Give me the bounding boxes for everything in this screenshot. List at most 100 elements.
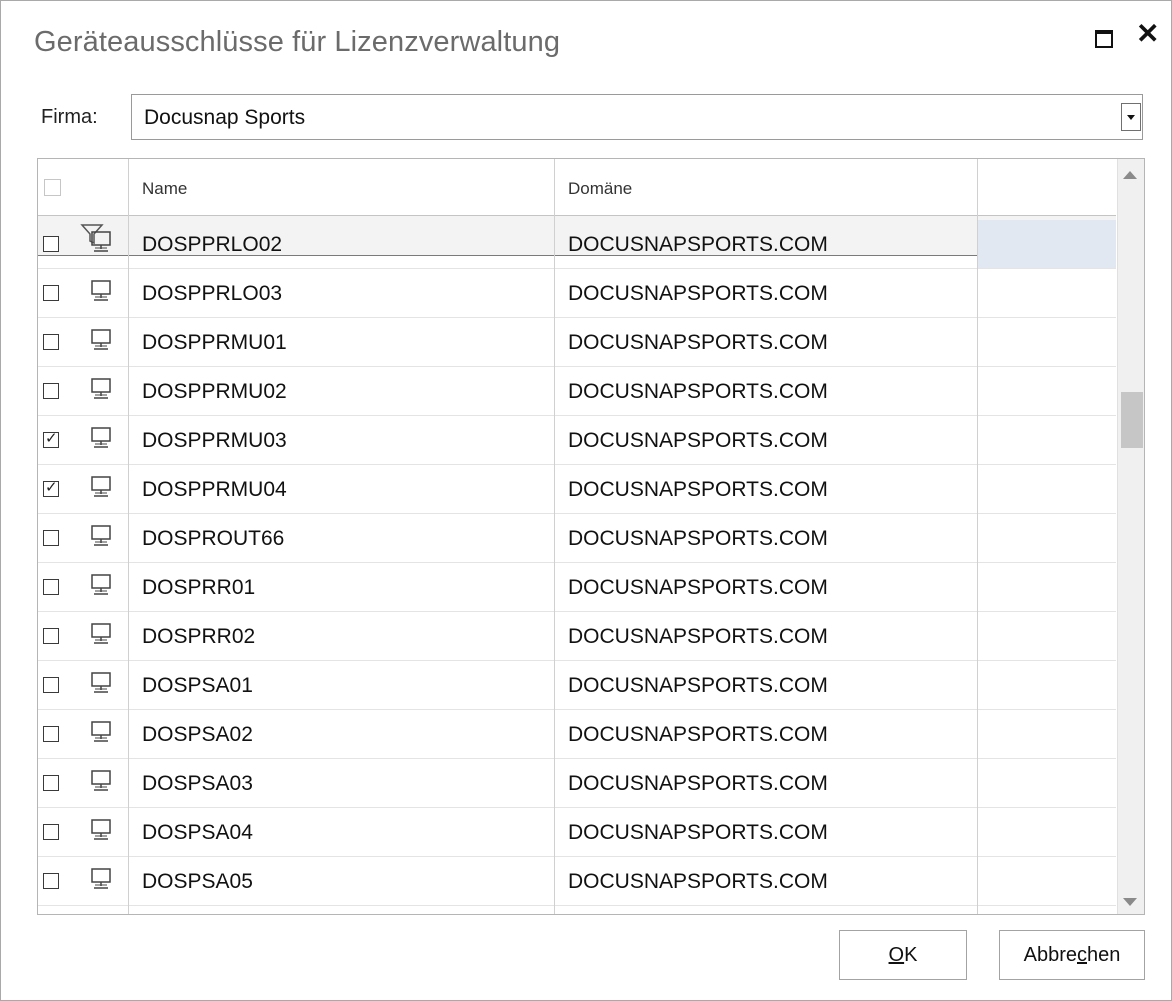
- row-extra-cell: [977, 220, 1116, 268]
- table-row[interactable]: DOSPPRLO03 DOCUSNAPSPORTS.COM: [38, 269, 1116, 318]
- dialog-window: Geräteausschlüsse für Lizenzverwaltung ✕…: [0, 0, 1172, 1001]
- row-extra-cell: [977, 808, 1116, 856]
- row-checkbox[interactable]: [43, 775, 59, 791]
- table-row[interactable]: DOSPSA02 DOCUSNAPSPORTS.COM: [38, 710, 1116, 759]
- column-header-name[interactable]: Name: [142, 179, 187, 199]
- table-row[interactable]: DOSPRR01 DOCUSNAPSPORTS.COM: [38, 563, 1116, 612]
- row-extra-cell: [977, 318, 1116, 366]
- close-button[interactable]: ✕: [1136, 18, 1166, 53]
- table-row[interactable]: DOSPPRLO02 DOCUSNAPSPORTS.COM: [38, 220, 1116, 269]
- row-extra-cell: [977, 367, 1116, 415]
- row-domain: DOCUSNAPSPORTS.COM: [568, 282, 828, 305]
- row-domain: DOCUSNAPSPORTS.COM: [568, 723, 828, 746]
- select-all-checkbox[interactable]: [44, 179, 61, 196]
- firma-dropdown[interactable]: Docusnap Sports: [131, 94, 1143, 140]
- scroll-down-arrow-icon[interactable]: [1123, 898, 1137, 906]
- table-row[interactable]: DOSPSA01 DOCUSNAPSPORTS.COM: [38, 661, 1116, 710]
- maximize-button[interactable]: [1090, 23, 1120, 53]
- row-checkbox[interactable]: [43, 285, 59, 301]
- row-name: DOSPSA03: [142, 772, 253, 795]
- row-checkbox[interactable]: ✓: [43, 430, 59, 448]
- device-grid: Name Domäne DOSPPRLO02 DOCUSNAPSPORTS.COM…: [37, 158, 1145, 915]
- row-name: DOSPSA04: [142, 821, 253, 844]
- checkmark-icon: ✓: [45, 430, 58, 447]
- row-domain: DOCUSNAPSPORTS.COM: [568, 380, 828, 403]
- table-row[interactable]: DOSPPRMU02 DOCUSNAPSPORTS.COM: [38, 367, 1116, 416]
- vertical-scrollbar[interactable]: [1117, 159, 1144, 914]
- row-checkbox[interactable]: [43, 579, 59, 595]
- computer-icon: [89, 671, 113, 700]
- firma-label: Firma:: [41, 106, 98, 128]
- firma-selected-value: Docusnap Sports: [144, 106, 306, 129]
- ok-button[interactable]: OK: [839, 930, 967, 980]
- cancel-accelerator: c: [1077, 944, 1087, 966]
- computer-icon: [89, 279, 113, 308]
- row-checkbox[interactable]: [43, 334, 59, 350]
- row-domain: DOCUSNAPSPORTS.COM: [568, 576, 828, 599]
- computer-icon: [89, 769, 113, 798]
- row-name: DOSPRR01: [142, 576, 256, 599]
- computer-icon: [89, 328, 113, 357]
- cancel-label-prefix: Abbre: [1023, 944, 1077, 966]
- table-row[interactable]: DOSPRR02 DOCUSNAPSPORTS.COM: [38, 612, 1116, 661]
- row-domain: DOCUSNAPSPORTS.COM: [568, 625, 828, 648]
- row-checkbox[interactable]: [43, 726, 59, 742]
- computer-icon: [89, 622, 113, 651]
- computer-icon: [89, 230, 113, 259]
- computer-icon: [89, 720, 113, 749]
- row-name: DOSPSA02: [142, 723, 253, 746]
- computer-icon: [89, 818, 113, 847]
- row-checkbox[interactable]: [43, 628, 59, 644]
- table-row[interactable]: ✓ DOSPPRMU03 DOCUSNAPSPORTS.COM: [38, 416, 1116, 465]
- grid-viewport: Name Domäne DOSPPRLO02 DOCUSNAPSPORTS.COM…: [38, 159, 1116, 914]
- cancel-label-suffix: hen: [1087, 944, 1121, 966]
- row-checkbox[interactable]: [43, 236, 59, 252]
- row-name: DOSPPRLO02: [142, 233, 283, 256]
- computer-icon: [89, 426, 113, 455]
- cancel-button[interactable]: Abbrechen: [999, 930, 1145, 980]
- chevron-down-icon: [1127, 115, 1135, 120]
- ok-accelerator: O: [888, 944, 905, 966]
- row-extra-cell: [977, 563, 1116, 611]
- row-domain: DOCUSNAPSPORTS.COM: [568, 821, 828, 844]
- row-checkbox[interactable]: [43, 383, 59, 399]
- row-name: DOSPPRLO03: [142, 282, 283, 305]
- computer-icon: [89, 867, 113, 896]
- grid-header: Name Domäne: [38, 159, 1116, 215]
- row-name: DOSPSA01: [142, 674, 253, 697]
- row-extra-cell: [977, 710, 1116, 758]
- row-domain: DOCUSNAPSPORTS.COM: [568, 233, 828, 256]
- dialog-title: Geräteausschlüsse für Lizenzverwaltung: [34, 26, 561, 58]
- table-row[interactable]: DOSPPRMU01 DOCUSNAPSPORTS.COM: [38, 318, 1116, 367]
- table-row[interactable]: ✓ DOSPPRMU04 DOCUSNAPSPORTS.COM: [38, 465, 1116, 514]
- row-name: DOSPPRMU04: [142, 478, 287, 501]
- computer-icon: [89, 573, 113, 602]
- column-divider: [554, 159, 555, 914]
- table-row[interactable]: DOSPROUT66 DOCUSNAPSPORTS.COM: [38, 514, 1116, 563]
- column-header-domain[interactable]: Domäne: [568, 179, 632, 199]
- scrollbar-thumb[interactable]: [1121, 392, 1143, 448]
- row-domain: DOCUSNAPSPORTS.COM: [568, 429, 828, 452]
- table-row[interactable]: DOSPSA05 DOCUSNAPSPORTS.COM: [38, 857, 1116, 906]
- row-extra-cell: [977, 661, 1116, 709]
- row-checkbox[interactable]: [43, 677, 59, 693]
- row-extra-cell: [977, 416, 1116, 464]
- table-row[interactable]: DOSPSA03 DOCUSNAPSPORTS.COM: [38, 759, 1116, 808]
- column-divider: [977, 159, 978, 914]
- row-domain: DOCUSNAPSPORTS.COM: [568, 331, 828, 354]
- row-checkbox[interactable]: [43, 824, 59, 840]
- ok-label-suffix: K: [904, 944, 918, 966]
- dropdown-button[interactable]: [1121, 103, 1141, 131]
- row-checkbox[interactable]: [43, 873, 59, 889]
- row-checkbox[interactable]: [43, 530, 59, 546]
- row-domain: DOCUSNAPSPORTS.COM: [568, 674, 828, 697]
- column-divider: [128, 159, 129, 914]
- row-extra-cell: [977, 857, 1116, 905]
- scroll-up-arrow-icon[interactable]: [1123, 171, 1137, 179]
- row-name: DOSPRR02: [142, 625, 256, 648]
- table-row[interactable]: DOSPSA04 DOCUSNAPSPORTS.COM: [38, 808, 1116, 857]
- computer-icon: [89, 524, 113, 553]
- row-extra-cell: [977, 269, 1116, 317]
- row-checkbox[interactable]: ✓: [43, 479, 59, 497]
- row-domain: DOCUSNAPSPORTS.COM: [568, 527, 828, 550]
